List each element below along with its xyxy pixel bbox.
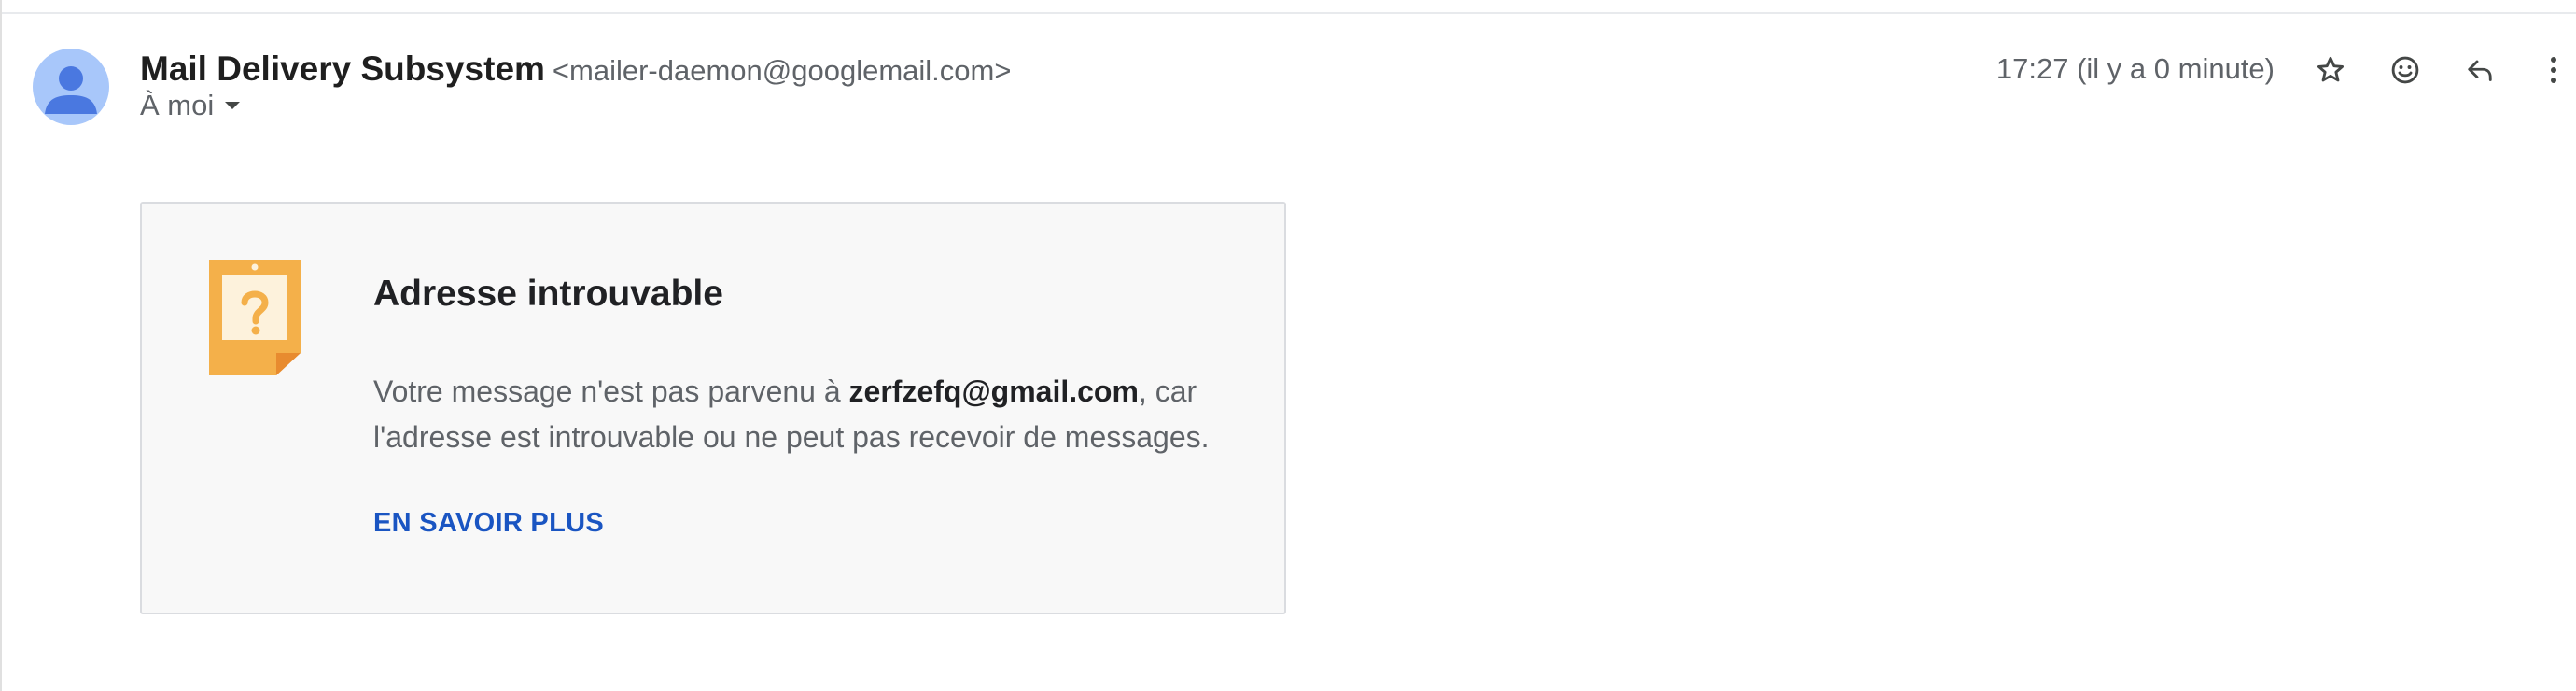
delivery-failure-card: Adresse introuvable Votre message n'est … [140, 202, 1286, 614]
more-vert-icon [2551, 57, 2556, 83]
left-border [0, 0, 2, 691]
caret-down-icon [225, 102, 241, 109]
reply-icon [2468, 60, 2492, 81]
recipient-label: À moi [140, 89, 215, 121]
emoji-reaction-button[interactable] [2383, 48, 2428, 92]
emoji-icon [2391, 56, 2419, 84]
person-icon [45, 66, 97, 114]
sender-name[interactable]: Mail Delivery Subsystem [140, 49, 545, 88]
avatar[interactable] [33, 49, 109, 125]
notice-body: Votre message n'est pas parvenu à zerfze… [373, 369, 1232, 460]
learn-more-link[interactable]: EN SAVOIR PLUS [373, 508, 604, 539]
header-divider [0, 12, 2576, 14]
notice-title: Adresse introuvable [373, 274, 723, 314]
notice-body-start: Votre message n'est pas parvenu à [373, 374, 849, 408]
star-button[interactable] [2308, 48, 2353, 92]
sender-email: <mailer-daemon@googlemail.com> [552, 54, 1012, 87]
question-note-icon [209, 260, 302, 382]
sender-line: Mail Delivery Subsystem <mailer-daemon@go… [140, 47, 1011, 99]
star-icon [2317, 56, 2345, 82]
reply-button[interactable] [2457, 48, 2502, 92]
more-options-button[interactable] [2535, 48, 2572, 92]
message-timestamp: 17:27 (il y a 0 minute) [1995, 52, 2275, 85]
bounced-address: zerfzefq@gmail.com [848, 374, 1139, 408]
recipient-details-toggle[interactable]: À moi [140, 87, 241, 124]
